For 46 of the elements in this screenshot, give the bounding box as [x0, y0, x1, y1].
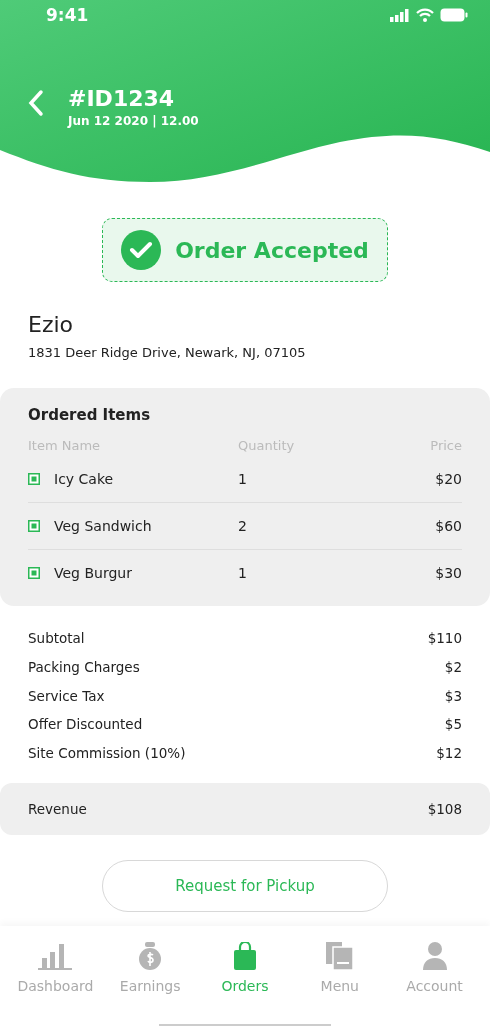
charge-label: Service Tax: [28, 687, 105, 704]
shopping-bag-icon: [233, 942, 257, 970]
item-quantity: 1: [238, 565, 248, 581]
order-id-title: #ID1234: [68, 86, 176, 111]
money-bag-icon: [137, 942, 164, 970]
charge-amount: $5: [444, 716, 462, 733]
section-title: Ordered Items: [28, 406, 152, 424]
status-time: 9:41: [46, 5, 89, 25]
customer-address: 1831 Deer Ridge Drive, Newark, NJ, 07105: [28, 345, 307, 360]
charge-amount: $12: [436, 745, 462, 762]
item-quantity: 2: [238, 518, 248, 534]
request-pickup-button[interactable]: Request for Pickup: [102, 860, 388, 913]
tab-item[interactable]: Account: [389, 942, 480, 998]
charge-label: Site Commission (10%): [28, 745, 186, 762]
tab-item[interactable]: Menu: [294, 942, 385, 998]
tab-item[interactable]: Orders: [200, 942, 290, 998]
item-name: Veg Sandwich: [28, 518, 238, 534]
item-quantity: 1: [238, 471, 248, 487]
back-button[interactable]: [26, 89, 46, 117]
revenue-amount: $108: [427, 801, 462, 818]
customer-name: Ezio: [28, 312, 75, 337]
wifi-icon: [416, 8, 434, 22]
item-price: $60: [435, 518, 462, 534]
item-price: $30: [435, 565, 462, 581]
bar-chart-icon: [38, 942, 73, 970]
item-name: Icy Cake: [28, 471, 238, 487]
veg-icon: [28, 520, 40, 532]
item-name: Veg Burgur: [28, 565, 238, 581]
charge-label: Offer Discounted: [28, 716, 143, 733]
charge-amount: $110: [427, 630, 462, 647]
tab-item[interactable]: Earnings: [105, 942, 196, 998]
tab-item[interactable]: Dashboard: [10, 942, 101, 998]
veg-icon: [28, 567, 40, 579]
signal-icon: [390, 8, 410, 22]
charge-label: Packing Charges: [28, 659, 140, 676]
order-date: Jun 12 2020 | 12.00: [68, 114, 199, 128]
user-icon: [422, 942, 447, 970]
veg-icon: [28, 473, 40, 485]
item-price: $20: [435, 471, 462, 487]
check-circle-icon: [121, 230, 162, 270]
charge-label: Subtotal: [28, 630, 85, 647]
revenue-label: Revenue: [28, 801, 87, 818]
status-label: Order Accepted: [175, 237, 369, 263]
charge-amount: $2: [444, 659, 462, 676]
charge-amount: $3: [444, 687, 462, 704]
documents-icon: [325, 942, 354, 970]
